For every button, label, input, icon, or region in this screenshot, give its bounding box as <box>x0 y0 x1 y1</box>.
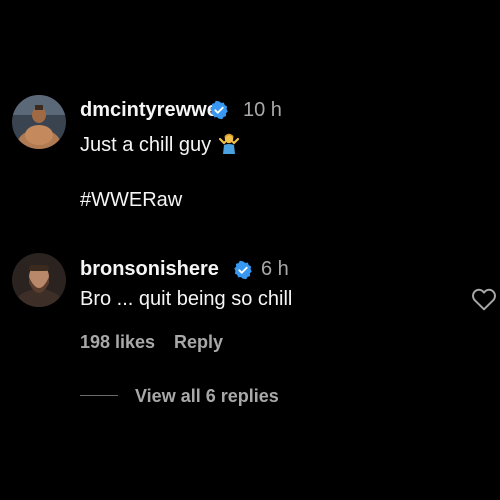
person-shrugging-emoji-icon <box>219 133 240 154</box>
likes-count[interactable]: 198 likes <box>80 332 155 353</box>
replies-divider <box>80 395 118 396</box>
comment-timestamp: 6 h <box>261 258 289 280</box>
comment-hashtag[interactable]: #WWERaw <box>80 189 182 212</box>
comment-body: Bro ... quit being so chill <box>80 288 293 310</box>
verified-badge-icon <box>210 100 228 120</box>
wrestler-avatar-icon <box>12 95 66 149</box>
avatar-dmcintyrewwe[interactable] <box>12 95 66 149</box>
comment-username[interactable]: dmcintyrewwe <box>80 99 218 122</box>
view-replies-button[interactable]: View all 6 replies <box>135 386 279 407</box>
verified-badge-icon <box>234 260 252 280</box>
comment-timestamp: 10 h <box>243 99 282 121</box>
wrestler-avatar-icon <box>12 253 66 307</box>
avatar-bronsonishere[interactable] <box>12 253 66 307</box>
reply-button[interactable]: Reply <box>174 332 223 353</box>
comment-body: Just a chill guy <box>80 134 212 156</box>
comment-text: Just a chill guy <box>80 131 241 157</box>
comment-username[interactable]: bronsonishere <box>80 258 219 281</box>
heart-icon[interactable] <box>471 287 497 311</box>
